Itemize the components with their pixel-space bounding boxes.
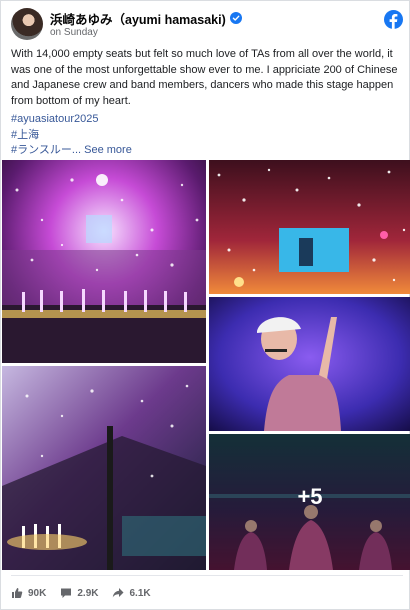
hashtag-link[interactable]: #ayuasiatour2025	[11, 112, 403, 127]
hashtag-row: #ランスルー... See more	[11, 143, 403, 158]
shares-stat[interactable]: 6.1K	[112, 587, 151, 599]
post-date[interactable]: on Sunday	[50, 27, 98, 38]
verified-badge-icon	[229, 12, 242, 24]
thumbs-up-icon	[12, 588, 23, 598]
avatar[interactable]	[11, 8, 43, 40]
comments-stat[interactable]: 2.9K	[60, 587, 98, 599]
photo-stage-wide[interactable]	[2, 160, 206, 363]
photo-grid: +5	[2, 160, 410, 570]
photo-singer-closeup[interactable]	[209, 297, 410, 431]
facebook-post-card: 浜崎あゆみ（ayumi hamasaki) on Sunday With 14,…	[0, 0, 410, 610]
see-more-link[interactable]: See more	[84, 144, 132, 156]
photo-stage-lights[interactable]	[2, 366, 206, 570]
photo-confetti-screen[interactable]	[209, 160, 410, 294]
comments-count: 2.9K	[77, 587, 99, 599]
author-name[interactable]: 浜崎あゆみ（ayumi hamasaki)	[50, 9, 226, 28]
more-photos-overlay[interactable]: +5	[209, 434, 410, 570]
author-row: 浜崎あゆみ（ayumi hamasaki)	[50, 9, 242, 28]
post-header: 浜崎あゆみ（ayumi hamasaki) on Sunday	[11, 8, 403, 40]
post-text: With 14,000 empty seats but felt so much…	[11, 47, 403, 158]
photo-dancers-more[interactable]: +5	[209, 434, 410, 570]
likes-stat[interactable]: 90K	[11, 587, 46, 599]
shares-count: 6.1K	[129, 587, 151, 599]
more-photos-count: +5	[297, 484, 323, 509]
hashtag-link[interactable]: #上海	[11, 128, 403, 143]
hashtag-link[interactable]: #ランスルー...	[11, 144, 81, 156]
likes-count: 90K	[28, 587, 47, 599]
share-arrow-icon	[113, 588, 124, 598]
facebook-logo-icon[interactable]	[384, 10, 403, 29]
comment-bubble-icon	[61, 588, 72, 598]
divider	[11, 575, 403, 576]
engagement-stats: 90K 2.9K 6.1K	[11, 585, 151, 601]
post-body: With 14,000 empty seats but felt so much…	[11, 48, 398, 107]
